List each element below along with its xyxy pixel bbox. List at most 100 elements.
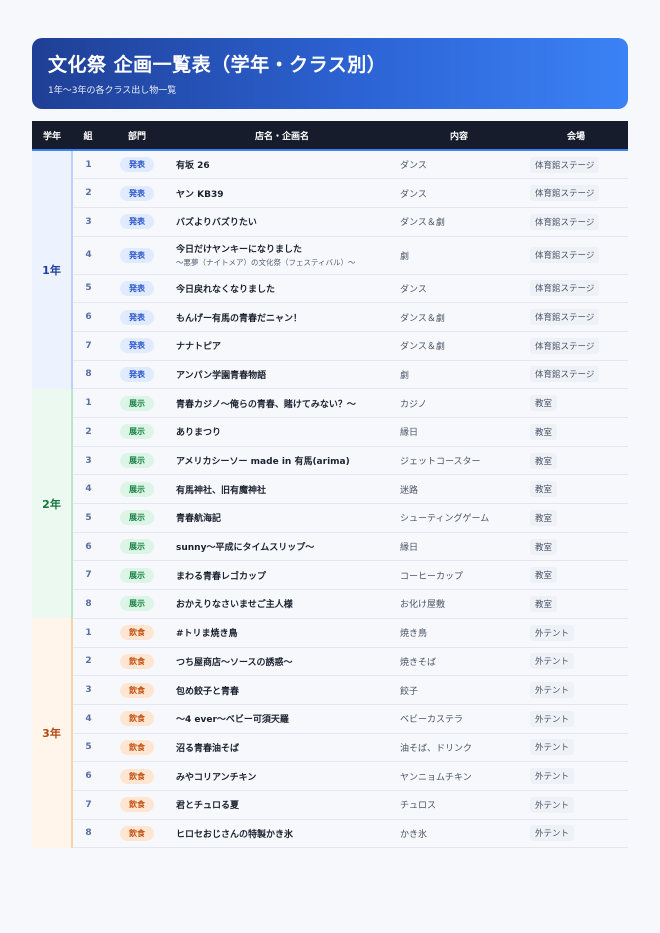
event-name: 有馬神社、旧有魔神社	[176, 485, 267, 496]
table-row: 7 飲食 君とチュロる夏 チュロス 外テント	[32, 790, 628, 820]
venue-tag: 外テント	[530, 682, 575, 699]
dept-cell: 発表	[104, 178, 170, 208]
table-header-row: 学年 組 部門 店名・企画名 内容 会場	[32, 121, 628, 151]
venue-tag: 体育館ステージ	[530, 156, 600, 173]
venue-tag: 外テント	[530, 825, 575, 842]
event-name: 青春カジノ〜俺らの青春、賭けてみない？〜	[176, 399, 356, 410]
venue-tag: 教室	[530, 509, 558, 526]
dept-cell: 展示	[104, 503, 170, 533]
event-table: 学年 組 部門 店名・企画名 内容 会場 1年 1 発表 有坂 26 ダンス 体育館ステー…	[32, 121, 628, 849]
dept-cell: 展示	[104, 388, 170, 418]
class-number: 1	[72, 150, 104, 180]
year-label: 3年	[32, 618, 73, 848]
venue-cell: 外テント	[524, 761, 628, 791]
table-row: 1年 1 発表 有坂 26 ダンス 体育館ステージ	[32, 150, 628, 389]
venue-tag: 教室	[530, 595, 558, 612]
dept-cell: 飲食	[104, 647, 170, 677]
event-name: 今日戻れなくなりました	[176, 284, 276, 295]
event-name-cell: バズよりバズりたい	[170, 207, 394, 237]
dept-badge: 展示	[120, 596, 154, 612]
event-name: 沼る青春油そば	[176, 743, 240, 754]
table-row: 8 展示 おかえりなさいませご主人様 お化け屋敷 教室	[32, 589, 628, 619]
venue-tag: 体育館ステージ	[530, 185, 600, 202]
class-number: 7	[72, 331, 104, 361]
dept-cell: 展示	[104, 560, 170, 591]
venue-cell: 教室	[524, 446, 628, 476]
event-content: ダンス＆劇	[394, 302, 524, 332]
event-content: 劇	[394, 236, 524, 275]
dept-cell: 発表	[104, 236, 170, 275]
class-number: 2	[72, 178, 104, 208]
venue-cell: 体育館ステージ	[524, 236, 628, 275]
dept-badge: 展示	[120, 567, 154, 583]
event-content: かき氷	[394, 819, 524, 849]
table-row: 5 展示 青春航海記 シューティングゲーム 教室	[32, 503, 628, 533]
page-title: 文化祭 企画一覧表（学年・クラス別）	[48, 54, 387, 76]
table-row: 2 展示 ありまつり 縁日 教室	[32, 417, 628, 447]
event-name: 君とチュロる夏	[176, 801, 240, 812]
event-content: チュロス	[394, 790, 524, 820]
venue-cell: 教室	[524, 474, 628, 505]
table-row: 2 飲食 つち屋商店〜ソースの誘惑〜 焼きそば 外テント	[32, 647, 628, 677]
class-number: 3	[72, 675, 104, 705]
event-content: ダンス	[394, 178, 524, 208]
table-row: 2 発表 ヤン KB39 ダンス 体育館ステージ	[32, 178, 628, 208]
event-content: 縁日	[394, 532, 524, 562]
venue-tag: 外テント	[530, 768, 575, 785]
venue-cell: 外テント	[524, 647, 628, 677]
event-name: 包め餃子と青春	[176, 686, 240, 697]
table-row: 8 発表 アンパン学園青春物語 劇体育館ステージ	[32, 360, 628, 390]
dept-cell: 展示	[104, 589, 170, 619]
class-number: 1	[72, 388, 104, 418]
table-row: 8 飲食 ヒロセおじさんの特製かき氷 かき氷 外テント	[32, 819, 628, 849]
event-name: バズよりバズりたい	[176, 218, 257, 229]
dept-cell: 発表	[104, 207, 170, 237]
event-content: 油そば、ドリンク	[394, 733, 524, 763]
class-number: 4	[72, 704, 104, 734]
class-number: 5	[72, 733, 104, 763]
dept-cell: 展示	[104, 474, 170, 505]
table-row: 5 飲食 沼る青春油そば 油そば、ドリンク 外テント	[32, 733, 628, 763]
dept-badge: 飲食	[120, 653, 154, 669]
dept-badge: 飲食	[120, 682, 154, 698]
event-name: ナナトピア	[176, 342, 222, 353]
venue-cell: 教室	[524, 560, 628, 591]
event-name-cell: 包め餃子と青春	[170, 675, 394, 705]
dept-badge: 発表	[120, 185, 154, 201]
event-name-cell: おかえりなさいませご主人様	[170, 589, 394, 619]
venue-tag: 体育館ステージ	[530, 366, 600, 383]
table-row: 3 発表 バズよりバズりたい ダンス＆劇 体育館ステージ	[32, 207, 628, 237]
venue-cell: 体育館ステージ	[524, 360, 628, 390]
class-number: 1	[72, 618, 104, 648]
venue-tag: 外テント	[530, 710, 575, 727]
venue-tag: 教室	[530, 538, 558, 555]
dept-badge: 展示	[120, 510, 154, 526]
event-content: 餃子	[394, 675, 524, 705]
venue-cell: 外テント	[524, 790, 628, 820]
event-content: お化け屋敷	[394, 589, 524, 619]
class-number: 4	[72, 236, 104, 275]
table-row: 4 展示 有馬神社、旧有魔神社 迷路 教室	[32, 474, 628, 505]
dept-cell: 発表	[104, 150, 170, 180]
venue-cell: 体育館ステージ	[524, 178, 628, 208]
dept-cell: 飲食	[104, 704, 170, 734]
column-header-dept: 部門	[104, 121, 170, 151]
venue-cell: 体育館ステージ	[524, 150, 628, 180]
venue-cell: 体育館ステージ	[524, 207, 628, 237]
column-header-class: 組	[72, 121, 104, 151]
dept-cell: 発表	[104, 360, 170, 390]
event-name: ヒロセおじさんの特製かき氷	[176, 829, 294, 840]
dept-badge: 飲食	[120, 739, 154, 755]
event-content: ベビーカステラ	[394, 704, 524, 734]
event-content: ヤンニョムチキン	[394, 761, 524, 791]
class-number: 5	[72, 503, 104, 533]
event-name-cell: 青春航海記	[170, 503, 394, 533]
event-name-cell: sunny〜平成にタイムスリップ〜	[170, 532, 394, 562]
class-number: 6	[72, 761, 104, 791]
dept-badge: 飲食	[120, 711, 154, 727]
event-name: ありまつり	[176, 428, 222, 439]
class-number: 6	[72, 302, 104, 332]
dept-badge: 飲食	[120, 825, 154, 841]
event-content: 焼き鳥	[394, 618, 524, 648]
venue-cell: 体育館ステージ	[524, 331, 628, 361]
